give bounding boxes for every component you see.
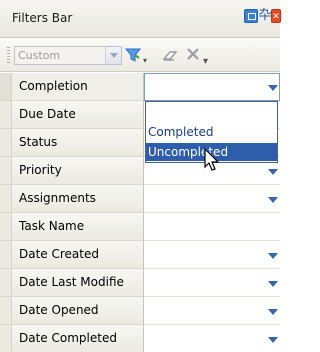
filter-value-cell[interactable] [144,213,280,241]
filter-value-cell[interactable] [144,73,280,101]
filter-row-date-opened[interactable]: Date Opened [0,297,280,325]
filter-label: Date Completed [0,325,144,352]
toolbar-grip[interactable] [7,47,10,63]
funnel-icon[interactable] [124,47,142,65]
restore-icon[interactable] [244,9,258,23]
filter-row-date-created[interactable]: Date Created [0,241,280,269]
chevron-down-icon[interactable] [266,82,280,93]
filter-row-date-completed[interactable]: Date Completed [0,325,280,352]
filter-preset-combo[interactable]: Custom [14,46,122,65]
dropdown-option-completed[interactable]: Completed [146,123,277,141]
chevron-down-icon[interactable] [266,166,280,177]
clear-x-icon[interactable] [186,47,200,65]
more-chevron-icon[interactable]: ▾ [203,53,208,71]
eraser-icon[interactable] [162,47,180,65]
filter-label: Status [0,129,144,157]
funnel-dropdown-arrow-icon[interactable]: ▾ [143,52,147,70]
close-icon[interactable]: ✕ [271,9,281,23]
filter-value-cell[interactable] [144,325,280,352]
filter-label: Completion [0,73,144,101]
chevron-down-icon[interactable] [266,194,280,205]
filter-value-cell[interactable] [144,185,280,213]
filter-row-task-name[interactable]: Task Name [0,213,280,241]
chevron-down-icon[interactable] [266,334,280,345]
filter-label: Date Opened [0,297,144,325]
filter-label: Date Last Modifie [0,269,144,297]
filter-label: Priority [0,157,144,185]
filter-value-cell[interactable] [144,269,280,297]
chevron-down-icon[interactable] [266,250,280,261]
filters-toolbar: Custom ▾ ▾ [0,38,280,72]
filter-row-completion[interactable]: Completion [0,73,280,101]
chevron-down-icon[interactable] [266,278,280,289]
filter-row-assignments[interactable]: Assignments [0,185,280,213]
chevron-down-icon[interactable] [266,306,280,317]
mouse-pointer-icon [204,148,220,171]
filter-value-cell[interactable] [144,241,280,269]
panel-title: Filters Bar [12,11,73,25]
filter-label: Due Date [0,101,144,129]
filter-label: Date Created [0,241,144,269]
filter-row-date-last-modified[interactable]: Date Last Modifie [0,269,280,297]
filters-bar-titlebar: Filters Bar 卆 ✕ [0,0,281,38]
filter-label: Task Name [0,213,144,241]
filter-label: Assignments [0,185,144,213]
pin-icon[interactable]: 卆 [258,9,272,23]
filter-preset-value: Custom [18,49,61,62]
filter-value-cell[interactable] [144,297,280,325]
chevron-down-icon[interactable] [105,47,121,64]
